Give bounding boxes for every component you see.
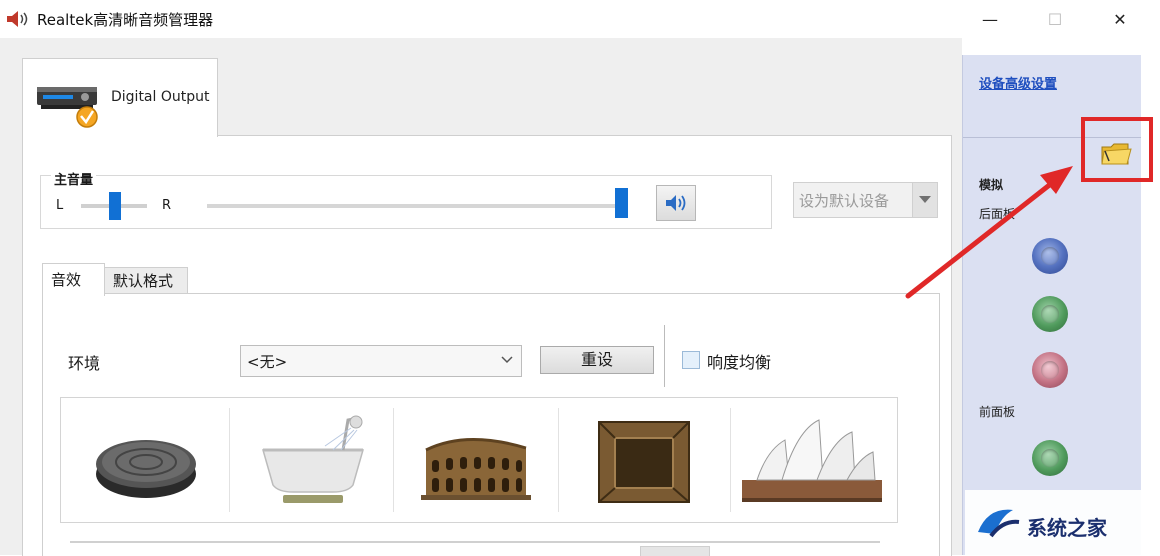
watermark: 系统之家	[965, 490, 1160, 555]
tab-sound-effects[interactable]: 音效	[42, 263, 105, 296]
tab-digital-output[interactable]: Digital Output	[22, 58, 218, 137]
device-label: Digital Output	[111, 89, 210, 105]
watermark-text: 系统之家	[1027, 516, 1107, 540]
annotation-highlight-box	[1081, 117, 1153, 182]
watermark-logo-icon	[978, 509, 1020, 538]
tab-label: 音效	[51, 271, 82, 289]
digital-output-device-icon	[37, 87, 98, 128]
